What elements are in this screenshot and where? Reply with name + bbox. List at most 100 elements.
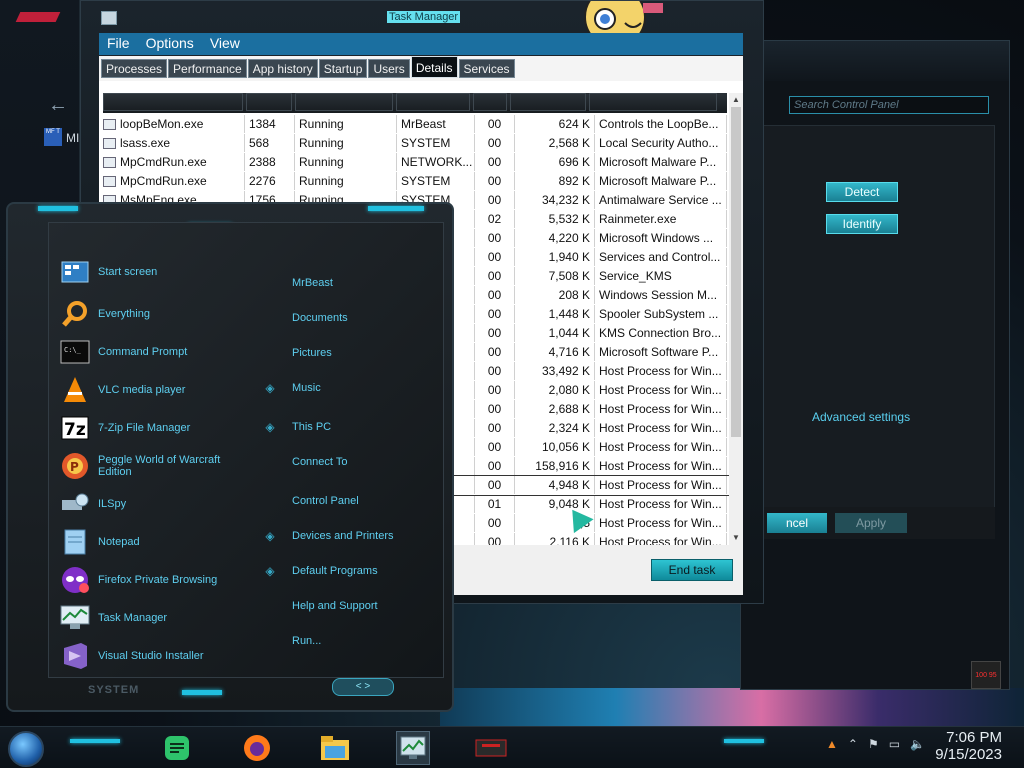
taskbar-app-firefox[interactable] <box>240 731 274 765</box>
menu-options[interactable]: Options <box>138 33 202 55</box>
process-cpu: 00 <box>475 457 515 475</box>
taskbar-clock[interactable]: 7:06 PM 9/15/2023 <box>932 729 1002 763</box>
process-memory: 696 K <box>515 153 595 171</box>
taskbar-app-file-explorer[interactable] <box>318 731 352 765</box>
menu-file[interactable]: File <box>99 33 138 55</box>
start-screen-icon <box>60 257 90 287</box>
taskbar-app-notes[interactable] <box>160 731 194 765</box>
taskbar-app-media[interactable] <box>474 731 508 765</box>
submenu-arrow-icon[interactable]: ◈ <box>263 420 277 434</box>
tab-services[interactable]: Services <box>458 59 515 78</box>
tab-processes[interactable]: Processes <box>101 59 168 78</box>
process-memory: 1,044 K <box>515 324 595 342</box>
start-menu-place-music[interactable]: Music <box>292 382 321 394</box>
table-row[interactable]: lsass.exe 568 Running SYSTEM 00 2,568 K Local … <box>99 134 731 153</box>
start-menu-page-nav[interactable]: < > <box>332 678 394 696</box>
tray-app-icon[interactable]: ▲ <box>826 737 838 751</box>
process-memory: 5,532 K <box>515 210 595 228</box>
process-user: SYSTEM <box>397 172 475 190</box>
back-arrow-icon[interactable]: ← <box>48 94 68 117</box>
start-menu-place-control-panel[interactable]: Control Panel <box>292 495 359 507</box>
start-menu-place-mrbeast[interactable]: MrBeast <box>292 277 333 289</box>
cancel-button[interactable]: ncel <box>767 513 827 533</box>
process-cpu: 00 <box>475 134 515 152</box>
table-row[interactable]: loopBeMon.exe 1384 Running MrBeast 00 624 K Co… <box>99 115 731 134</box>
process-name-label: loopBeMon.exe <box>120 117 204 131</box>
advanced-settings-link[interactable]: Advanced settings <box>812 410 910 424</box>
taskbar-glow <box>724 739 764 743</box>
start-menu-item[interactable]: Visual Studio Installer <box>60 640 204 672</box>
show-hidden-icons-icon[interactable]: ⌃ <box>848 737 858 751</box>
column-header-user[interactable] <box>396 93 470 111</box>
control-panel-search-input[interactable]: Search Control Panel <box>789 96 989 114</box>
process-status: Running <box>295 172 397 190</box>
table-row[interactable]: MpCmdRun.exe 2388 Running NETWORK... 00 696 K… <box>99 153 731 172</box>
start-menu-place-this-pc[interactable]: This PC <box>292 421 331 433</box>
column-header-memory[interactable] <box>510 93 586 111</box>
start-menu-item[interactable]: Everything <box>60 298 150 330</box>
tab-app-history[interactable]: App history <box>247 59 318 78</box>
process-icon <box>103 137 116 149</box>
task-manager-icon <box>400 736 426 759</box>
start-menu-item[interactable]: P Peggle World of Warcraft Edition <box>60 450 248 482</box>
start-menu-item[interactable]: Notepad <box>60 526 140 558</box>
start-menu-item[interactable]: Firefox Private Browsing <box>60 564 217 596</box>
process-memory: 34,232 K <box>515 191 595 209</box>
process-cpu: 00 <box>475 438 515 456</box>
detect-button[interactable]: Detect <box>826 182 898 202</box>
table-row[interactable]: MpCmdRun.exe 2276 Running SYSTEM 00 892 K Micr… <box>99 172 731 191</box>
column-header-description[interactable] <box>589 93 717 111</box>
clock-time: 7:06 PM <box>946 729 1002 746</box>
vertical-scrollbar[interactable]: ▲ ▼ <box>729 93 743 545</box>
column-header-status[interactable] <box>295 93 393 111</box>
end-task-button[interactable]: End task <box>651 559 733 581</box>
column-header-name[interactable] <box>103 93 243 111</box>
control-panel-titlebar[interactable] <box>741 41 1009 81</box>
identify-button[interactable]: Identify <box>826 214 898 234</box>
mft-app-icon[interactable]: MF T <box>44 128 62 146</box>
start-menu-place-connect-to[interactable]: Connect To <box>292 456 347 468</box>
start-menu-item[interactable]: Task Manager <box>60 602 167 634</box>
start-menu-item[interactable]: C:\_ Command Prompt <box>60 336 187 368</box>
start-menu-item[interactable]: Start screen <box>60 256 157 288</box>
menu-view[interactable]: View <box>202 33 248 55</box>
scroll-down-icon[interactable]: ▼ <box>731 533 741 543</box>
start-menu-place-devices-and-printers[interactable]: Devices and Printers <box>292 530 394 542</box>
volume-icon[interactable]: 🔈 <box>910 737 925 751</box>
process-pid: 568 <box>245 134 295 152</box>
start-menu-item[interactable]: 7z 7-Zip File Manager <box>60 412 190 444</box>
tab-startup[interactable]: Startup <box>318 59 368 78</box>
network-icon[interactable]: ▭ <box>889 737 900 751</box>
taskbar-app-task-manager[interactable] <box>396 731 430 765</box>
start-menu-place-default-programs[interactable]: Default Programs <box>292 565 378 577</box>
tab-details[interactable]: Details <box>410 56 458 78</box>
start-button[interactable] <box>8 731 44 767</box>
process-description: Controls the LoopBe... <box>595 115 727 133</box>
column-header-cpu[interactable] <box>473 93 507 111</box>
start-menu-place-documents[interactable]: Documents <box>292 312 348 324</box>
process-memory: 624 K <box>515 115 595 133</box>
start-menu-place-help-and-support[interactable]: Help and Support <box>292 600 378 612</box>
start-menu-place-pictures[interactable]: Pictures <box>292 347 332 359</box>
apply-button[interactable]: Apply <box>835 513 907 533</box>
start-menu-item[interactable]: ILSpy <box>60 488 126 520</box>
submenu-arrow-icon[interactable]: ◈ <box>263 381 277 395</box>
column-header-pid[interactable] <box>246 93 292 111</box>
submenu-arrow-icon[interactable]: ◈ <box>263 564 277 578</box>
start-menu-item[interactable]: VLC media player <box>60 374 185 406</box>
action-center-flag-icon[interactable]: ⚑ <box>868 737 879 751</box>
process-description: Antimalware Service ... <box>595 191 727 209</box>
rainmeter-gauge: 100 95 <box>971 661 1001 689</box>
process-memory: 2,324 K <box>515 419 595 437</box>
tab-performance[interactable]: Performance <box>168 59 247 78</box>
process-status: Running <box>295 134 397 152</box>
scroll-thumb[interactable] <box>731 107 741 437</box>
process-memory: 10,056 K <box>515 438 595 456</box>
task-manager-title-icon <box>101 11 117 25</box>
scroll-up-icon[interactable]: ▲ <box>731 95 741 105</box>
start-menu-place-run[interactable]: Run... <box>292 635 321 647</box>
submenu-arrow-icon[interactable]: ◈ <box>263 529 277 543</box>
start-menu-glow <box>182 690 222 695</box>
process-icon <box>103 156 116 168</box>
tab-users[interactable]: Users <box>368 59 410 78</box>
